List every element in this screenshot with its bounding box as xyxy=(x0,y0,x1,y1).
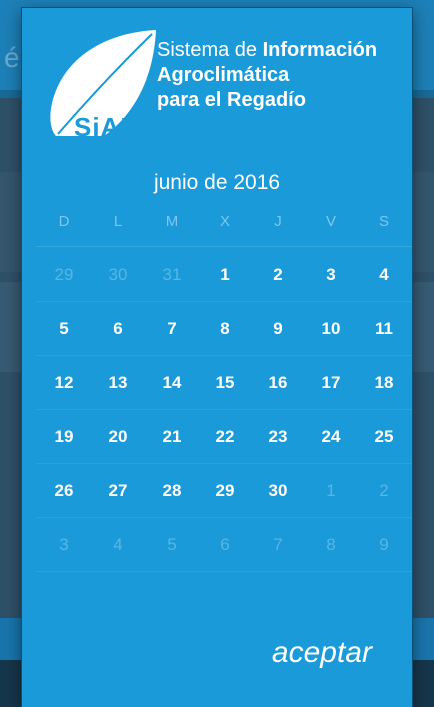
title-line-3: para el Regadío xyxy=(157,89,306,111)
calendar-day[interactable]: 9 xyxy=(256,302,300,356)
month-label: junio de 2016 xyxy=(153,171,281,194)
calendar-day[interactable]: 26 xyxy=(42,464,86,518)
calendar-week-row: 29 30 31 1 2 3 4 xyxy=(22,248,412,302)
calendar-day-outside-month: 30 xyxy=(108,265,128,284)
calendar-day[interactable]: 4 xyxy=(362,248,406,302)
weekday-label: J xyxy=(274,213,282,230)
calendar-day-outside-month: 29 xyxy=(54,265,74,284)
siar-logo: SiAR xyxy=(44,26,159,142)
calendar-day-outside-month: 1 xyxy=(326,481,336,500)
calendar-week-row: 19 20 21 22 23 24 25 xyxy=(22,410,412,464)
calendar-day[interactable]: 13 xyxy=(96,356,140,410)
calendar-day-outside-month: 4 xyxy=(113,535,123,554)
calendar-day[interactable]: 25 xyxy=(362,410,406,464)
accept-button[interactable]: aceptar xyxy=(272,636,372,670)
calendar-day[interactable]: 12 xyxy=(42,356,86,410)
calendar-day[interactable]: 18 xyxy=(362,356,406,410)
weekday-label: X xyxy=(219,213,230,230)
weekday-label: D xyxy=(58,213,70,230)
calendar-day[interactable]: 24 xyxy=(309,410,353,464)
date-picker-dialog: SiAR Sistema de Información Agroclimátic… xyxy=(22,8,412,707)
calendar-day[interactable]: 20 xyxy=(96,410,140,464)
calendar-week-row: 3 4 5 6 7 8 9 xyxy=(22,518,412,572)
calendar-day-outside-month: 2 xyxy=(379,481,389,500)
calendar-day[interactable]: 17 xyxy=(309,356,353,410)
calendar-day[interactable]: 28 xyxy=(150,464,194,518)
calendar-day[interactable]: 30 xyxy=(256,464,300,518)
calendar-day[interactable]: 8 xyxy=(203,302,247,356)
calendar-day[interactable]: 2 xyxy=(256,248,300,302)
calendar-day-outside-month: 31 xyxy=(162,265,182,284)
title-line-2: Agroclimática xyxy=(157,64,290,86)
calendar-day[interactable]: 23 xyxy=(256,410,300,464)
weekday-label: S xyxy=(378,213,389,230)
calendar-day[interactable]: 21 xyxy=(150,410,194,464)
calendar-day-outside-month: 5 xyxy=(167,535,177,554)
calendar-week-row: 5 6 7 8 9 10 11 xyxy=(22,302,412,356)
row-divider xyxy=(36,571,412,572)
title-bold: Información xyxy=(262,39,378,61)
calendar-day[interactable]: 16 xyxy=(256,356,300,410)
calendar-day[interactable]: 7 xyxy=(150,302,194,356)
title-line-1: Sistema de Información xyxy=(157,38,377,63)
calendar-day-outside-month: 3 xyxy=(59,535,69,554)
logo-text: SiAR xyxy=(74,112,141,142)
calendar-week-row: 26 27 28 29 30 1 2 xyxy=(22,464,412,518)
calendar-day[interactable]: 14 xyxy=(150,356,194,410)
calendar-day[interactable]: 6 xyxy=(96,302,140,356)
calendar-day[interactable]: 22 xyxy=(203,410,247,464)
calendar-day[interactable]: 10 xyxy=(309,302,353,356)
calendar-day-outside-month: 7 xyxy=(273,535,283,554)
weekday-label: L xyxy=(113,213,123,230)
dialog-header: SiAR Sistema de Información Agroclimátic… xyxy=(22,8,412,158)
app-title: Sistema de Información Agroclimática par… xyxy=(157,38,377,113)
calendar-day-outside-month: 9 xyxy=(379,535,389,554)
background-partial-text: é xyxy=(4,42,20,73)
calendar-day-outside-month: 6 xyxy=(220,535,230,554)
weekday-header: DLMXJVS xyxy=(36,213,412,243)
calendar-day[interactable]: 27 xyxy=(96,464,140,518)
calendar-day[interactable]: 11 xyxy=(362,302,406,356)
divider xyxy=(36,246,412,247)
calendar-day[interactable]: 29 xyxy=(203,464,247,518)
calendar-day[interactable]: 3 xyxy=(309,248,353,302)
weekday-label: M xyxy=(165,213,179,230)
weekday-label: V xyxy=(325,213,336,230)
calendar-day[interactable]: 5 xyxy=(42,302,86,356)
calendar-day[interactable]: 19 xyxy=(42,410,86,464)
title-regular: Sistema de xyxy=(157,39,263,61)
calendar-day[interactable]: 1 xyxy=(203,248,247,302)
calendar-day[interactable]: 15 xyxy=(203,356,247,410)
calendar-week-row: 12 13 14 15 16 17 18 xyxy=(22,356,412,410)
calendar-day-outside-month: 8 xyxy=(326,535,336,554)
